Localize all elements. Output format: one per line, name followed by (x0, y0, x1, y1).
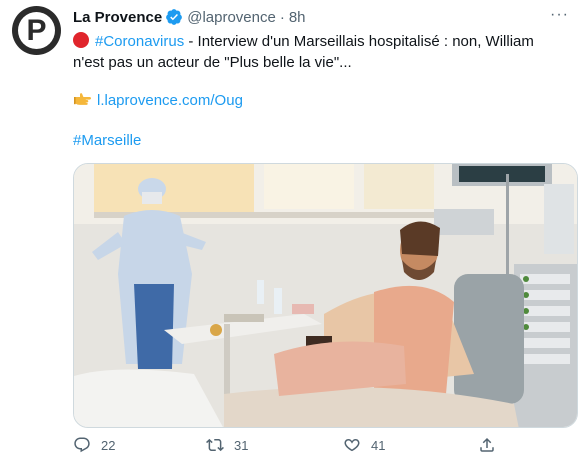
heart-icon (344, 439, 360, 452)
tweet-header: La Provence @laprovence · 8h ··· (73, 6, 573, 28)
tweet-content: La Provence @laprovence · 8h ··· #Corona… (73, 6, 573, 151)
hashtag-marseille[interactable]: #Marseille (73, 130, 573, 151)
retweet-icon (206, 438, 224, 452)
share-icon (480, 437, 494, 452)
separator-dot: · (279, 8, 285, 26)
tweet[interactable]: P La Provence @laprovence · 8h ··· #Coro… (0, 0, 581, 453)
reply-button[interactable]: 22 (73, 436, 115, 454)
more-icon[interactable]: ··· (550, 6, 569, 24)
tweet-actions: 22 31 41 (73, 436, 573, 456)
like-count: 41 (371, 437, 386, 453)
like-button[interactable]: 41 (343, 436, 385, 454)
hospital-room-photo (74, 164, 577, 427)
tweet-text: #Coronavirus - Interview d'un Marseillai… (73, 31, 573, 151)
share-button[interactable] (478, 436, 496, 454)
tweet-text-rest: - Interview d'un Marseillais hospitalisé… (184, 33, 534, 50)
paragraph-spacer-2 (73, 113, 573, 130)
retweet-button[interactable]: 31 (206, 436, 248, 454)
avatar-logo: P (26, 14, 47, 47)
tweet-link-line: l.laprovence.com/Oug (73, 90, 573, 113)
reply-icon (74, 437, 90, 453)
tweet-text-line-2: n'est pas un acteur de "Plus belle la vi… (73, 54, 352, 71)
avatar[interactable]: P (12, 6, 61, 55)
red-circle-emoji-icon (73, 32, 89, 48)
tweet-link[interactable]: l.laprovence.com/Oug (97, 92, 243, 109)
tweet-text-line-1: #Coronavirus - Interview d'un Marseillai… (73, 31, 573, 52)
reply-count: 22 (101, 437, 116, 453)
author-name[interactable]: La Provence (73, 9, 162, 26)
backhand-index-pointing-right-icon (73, 91, 91, 113)
hashtag-coronavirus[interactable]: #Coronavirus (95, 33, 184, 50)
retweet-count: 31 (234, 437, 249, 453)
verified-badge-icon (165, 8, 183, 26)
timestamp[interactable]: 8h (289, 9, 306, 26)
tweet-media-photo[interactable] (73, 163, 578, 428)
author-handle[interactable]: @laprovence (187, 9, 276, 26)
